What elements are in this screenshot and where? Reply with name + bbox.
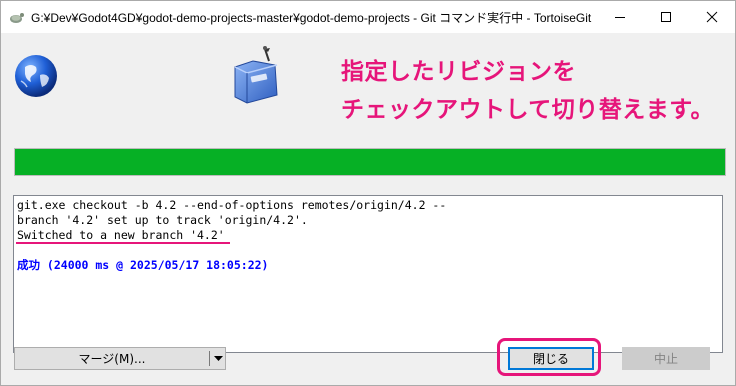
- dialog-client-area: 指定したリビジョンを チェックアウトして切り替えます。 git.exe chec…: [1, 33, 735, 385]
- dropdown-arrow-button[interactable]: [211, 348, 225, 369]
- annotation-line-1: 指定したリビジョンを: [341, 59, 576, 85]
- chevron-down-icon: [213, 355, 223, 361]
- merge-split-button[interactable]: マージ(M)...: [14, 347, 226, 370]
- log-line: branch '4.2' set up to track 'origin/4.2…: [17, 213, 308, 227]
- minimize-icon: [615, 17, 625, 18]
- log-line: Switched to a new branch '4.2': [17, 228, 225, 242]
- progress-fill: [15, 149, 725, 175]
- output-log[interactable]: git.exe checkout -b 4.2 --end-of-options…: [13, 195, 723, 353]
- close-button[interactable]: 閉じる: [508, 347, 594, 370]
- maximize-button[interactable]: [643, 1, 689, 33]
- tortoisegit-app-icon: [10, 13, 24, 23]
- annotation-underline: [16, 242, 230, 244]
- window-title: G:¥Dev¥Godot4GD¥godot-demo-projects-mast…: [31, 11, 592, 25]
- progress-bar: [14, 148, 726, 176]
- split-divider: [209, 351, 210, 366]
- globe-icon: [15, 55, 57, 97]
- close-icon: [706, 11, 718, 23]
- folder-sync-icon: [234, 46, 278, 104]
- tortoisegit-progress-dialog: G:¥Dev¥Godot4GD¥godot-demo-projects-mast…: [0, 0, 736, 386]
- title-bar[interactable]: G:¥Dev¥Godot4GD¥godot-demo-projects-mast…: [1, 1, 735, 33]
- minimize-button[interactable]: [597, 1, 643, 33]
- log-line: git.exe checkout -b 4.2 --end-of-options…: [17, 198, 447, 212]
- maximize-icon: [661, 12, 671, 22]
- stop-button[interactable]: 中止: [622, 347, 710, 370]
- annotation-line-2: チェックアウトして切り替えます。: [341, 97, 715, 123]
- log-result: 成功 (24000 ms @ 2025/05/17 18:05:22): [17, 258, 269, 272]
- close-window-button[interactable]: [689, 1, 735, 33]
- merge-button-label[interactable]: マージ(M)...: [15, 348, 209, 369]
